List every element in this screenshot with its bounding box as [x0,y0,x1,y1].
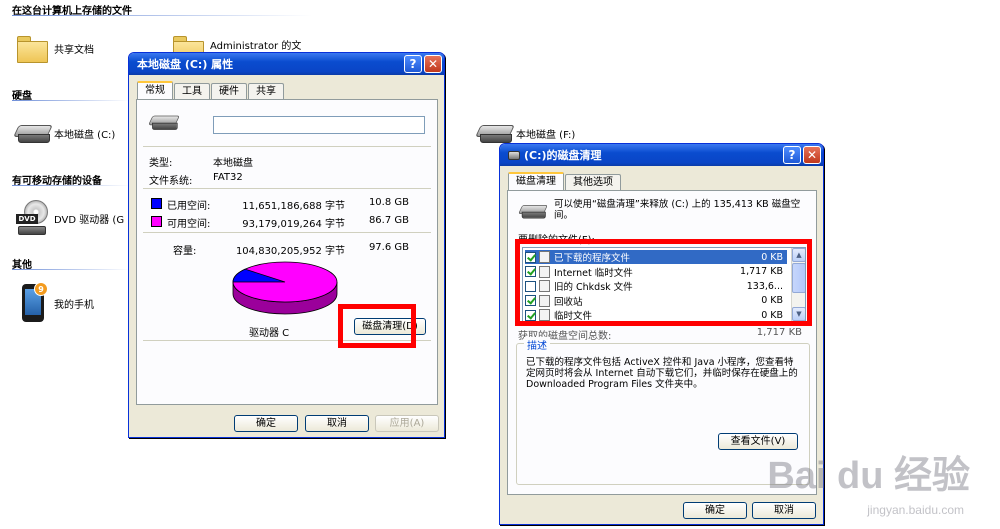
help-button[interactable]: ? [783,146,801,164]
section-divider [12,269,130,270]
highlight-cleanup-button [338,304,416,348]
dvd-drive-icon: DVD [16,200,48,236]
hard-drive-icon [149,112,179,131]
apply-button[interactable]: 应用(A) [375,415,439,432]
hard-drive-icon [519,202,548,220]
my-phone-label: 我的手机 [54,299,94,311]
type-value: 本地磁盘 [213,158,253,169]
capacity-bytes: 104,830,205,952 字节 [235,246,345,257]
cancel-button[interactable]: 取消 [305,415,369,432]
divider [143,232,431,233]
shared-documents-label: 共享文档 [54,44,94,56]
used-space-gb: 10.8 GB [368,197,409,208]
tab-more-options[interactable]: 其他选项 [565,174,621,190]
used-space-label: 已用空间: [167,201,211,212]
close-button[interactable]: ✕ [424,55,442,73]
filesystem-value: FAT32 [213,172,243,183]
type-label: 类型: [149,158,173,169]
cleanup-title: (C:)的磁盘清理 [524,149,602,162]
drive-c-label: 本地磁盘 (C:) [54,129,116,141]
ok-button[interactable]: 确定 [234,415,298,432]
cancel-button[interactable]: 取消 [752,502,816,519]
tab-hardware[interactable]: 硬件 [211,83,247,99]
highlight-files-list [515,239,812,326]
properties-title: 本地磁盘 (C:) 属性 [137,58,234,71]
dvd-tag: DVD [16,214,38,224]
divider [143,188,431,189]
tab-sharing[interactable]: 共享 [248,83,284,99]
drive-f-label: 本地磁盘 (F:) [516,129,576,141]
baidu-watermark-url: jingyan.baidu.com [867,503,964,517]
free-space-swatch [151,216,162,227]
total-space-value: 1,717 KB [756,327,802,338]
ok-button[interactable]: 确定 [683,502,747,519]
general-panel: 类型: 本地磁盘 文件系统: FAT32 已用空间: 11,651,186,68… [136,99,438,405]
cleanup-tabs: 磁盘清理 其他选项 [508,172,622,190]
disk-usage-pie-chart [232,261,338,315]
help-button[interactable]: ? [404,55,422,73]
phone-icon: 9 [18,282,48,324]
volume-name-input[interactable] [213,116,425,134]
free-space-gb: 86.7 GB [368,215,409,226]
used-space-bytes: 11,651,186,688 字节 [242,201,345,212]
drive-f[interactable]: 本地磁盘 (F:) [476,121,575,145]
hard-drive-icon [476,121,514,145]
drive-c[interactable]: 本地磁盘 (C:) [14,121,115,145]
my-phone[interactable]: 9 我的手机 [18,282,94,324]
section-divider [12,100,130,101]
close-button[interactable]: ✕ [803,146,821,164]
properties-tabs: 常规 工具 硬件 共享 [137,81,285,99]
cleanup-intro: 可以使用“磁盘清理”来释放 (C:) 上的 135,413 KB 磁盘空间。 [554,199,801,221]
hard-drive-icon [14,121,52,145]
filesystem-label: 文件系统: [149,176,193,187]
free-space-label: 可用空间: [167,219,211,230]
tab-disk-cleanup[interactable]: 磁盘清理 [508,172,564,190]
description-title: 描述 [524,337,550,352]
free-space-bytes: 93,179,019,264 字节 [242,219,345,230]
cleanup-titlebar: (C:)的磁盘清理 ? ✕ [500,144,823,166]
dvd-drive-label: DVD 驱动器 (G [54,214,125,226]
description-text: 已下载的程序文件包括 ActiveX 控件和 Java 小程序，您查看特定网页时… [526,357,798,390]
folder-icon [16,34,48,63]
capacity-label: 容量: [173,246,197,257]
properties-titlebar: 本地磁盘 (C:) 属性 ? ✕ [129,53,444,75]
notification-badge: 9 [34,282,48,296]
tab-tools[interactable]: 工具 [174,83,210,99]
section-divider [12,15,312,16]
capacity-gb: 97.6 GB [368,242,409,253]
used-space-swatch [151,198,162,209]
tab-general[interactable]: 常规 [137,81,173,99]
divider [143,146,431,147]
drive-label: 驱动器 C [249,328,290,339]
section-divider [12,185,130,186]
dvd-drive[interactable]: DVD DVD 驱动器 (G [16,200,124,236]
disk-cleanup-icon [508,150,520,160]
properties-dialog: 本地磁盘 (C:) 属性 ? ✕ 常规 工具 硬件 共享 类型: 本地磁盘 文件… [128,52,445,438]
shared-documents-folder[interactable]: 共享文档 [16,34,94,63]
admin-documents-label: Administrator 的文 [210,40,302,52]
baidu-watermark-logo: Bai du 经验 [767,455,970,497]
